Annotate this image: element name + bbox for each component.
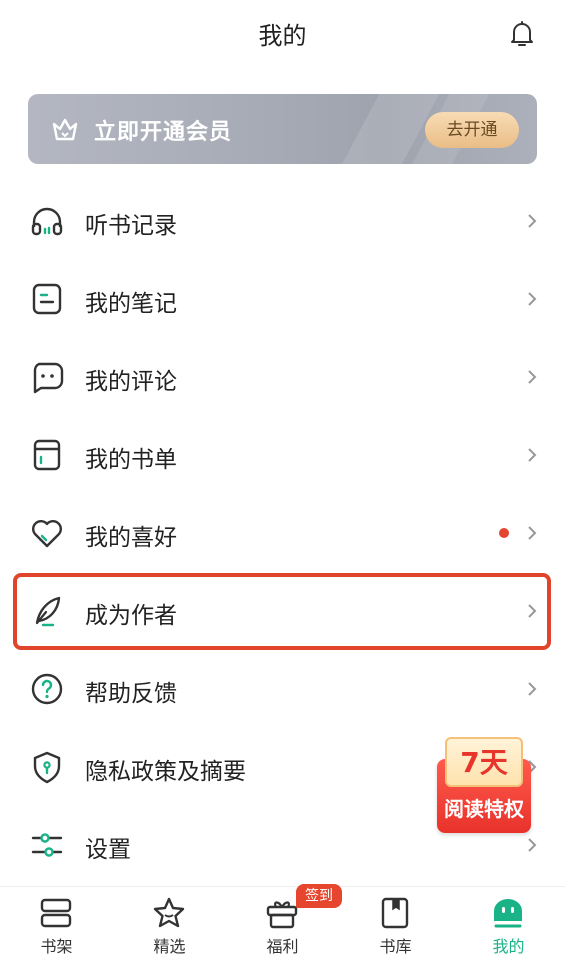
tab-label: 书库 [379, 937, 412, 956]
unread-dot [499, 528, 509, 538]
bookshelf-icon [40, 898, 72, 928]
page-title: 我的 [258, 22, 307, 50]
book-icon [381, 897, 409, 929]
menu-label: 设置 [85, 837, 131, 863]
tab-label: 书架 [40, 937, 73, 956]
chevron-right-icon [528, 292, 537, 306]
chevron-right-icon [528, 214, 537, 228]
crown-icon [52, 118, 78, 141]
tab-label: 福利 [266, 937, 299, 956]
menu-label: 我的评论 [85, 369, 177, 395]
comment-icon [33, 362, 64, 394]
vip-label: 立即开通会员 [94, 120, 233, 145]
chevron-right-icon [528, 370, 537, 384]
menu-label: 听书记录 [85, 213, 177, 239]
shield-icon [33, 751, 61, 784]
reading-privilege-promo[interactable]: 7天 阅读特权 [437, 737, 531, 833]
vip-banner[interactable]: 立即开通会员 去开通 [28, 94, 537, 164]
sign-in-badge[interactable]: 签到 [296, 884, 342, 908]
menu-label: 我的喜好 [85, 525, 177, 551]
menu-item-help-feedback[interactable]: 帮助反馈 [0, 650, 565, 728]
profile-face-icon [494, 899, 522, 928]
menu-label: 我的书单 [85, 447, 177, 473]
settings-sliders-icon [31, 833, 63, 857]
tab-bookshelf[interactable]: 书架 [0, 887, 113, 962]
menu-item-my-notes[interactable]: 我的笔记 [0, 260, 565, 338]
bottom-tab-bar: 书架 精选 福利 签到 书库 我的 [0, 884, 565, 962]
booklist-icon [33, 439, 61, 471]
heart-icon [32, 520, 62, 548]
menu-item-my-preferences[interactable]: 我的喜好 [0, 494, 565, 572]
star-icon [153, 897, 185, 928]
menu-label: 帮助反馈 [85, 681, 177, 707]
tab-label: 我的 [492, 937, 525, 956]
chevron-right-icon [528, 448, 537, 462]
chevron-right-icon [528, 526, 537, 540]
highlight-frame [13, 573, 551, 650]
headphones-icon [31, 207, 63, 236]
tab-mine[interactable]: 我的 [452, 887, 565, 962]
tab-label: 精选 [153, 937, 186, 956]
menu-label: 隐私政策及摘要 [85, 759, 246, 785]
header: 我的 [0, 0, 565, 70]
tab-library[interactable]: 书库 [339, 887, 452, 962]
tab-featured[interactable]: 精选 [113, 887, 226, 962]
chevron-right-icon [528, 838, 537, 852]
menu-label: 我的笔记 [85, 291, 177, 317]
menu-item-listening-history[interactable]: 听书记录 [0, 182, 565, 260]
bell-icon[interactable] [506, 18, 538, 50]
menu-item-my-comments[interactable]: 我的评论 [0, 338, 565, 416]
note-icon [32, 283, 62, 315]
gift-icon [266, 901, 298, 929]
help-icon [31, 673, 63, 705]
promo-days: 7天 [460, 746, 508, 779]
chevron-right-icon [528, 682, 537, 696]
menu-item-my-booklist[interactable]: 我的书单 [0, 416, 565, 494]
open-vip-button[interactable]: 去开通 [425, 112, 519, 148]
promo-text: 阅读特权 [444, 797, 524, 821]
